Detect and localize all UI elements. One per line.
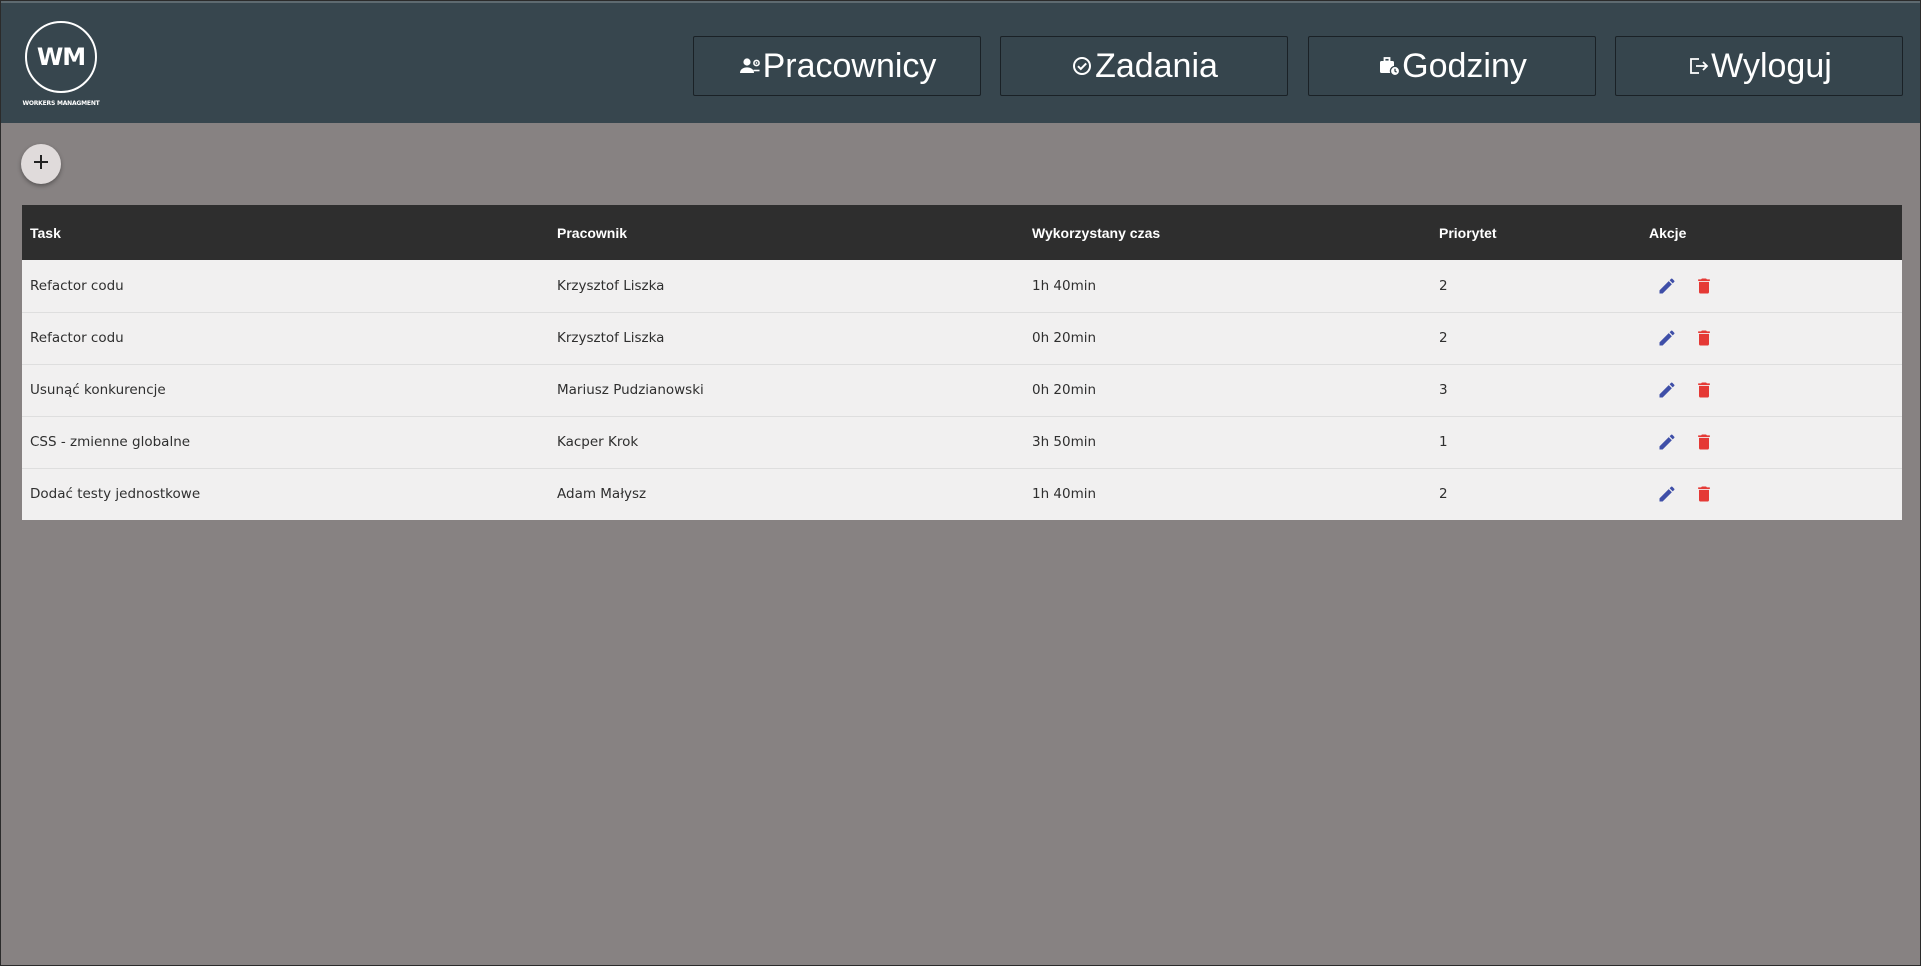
logo-text: WM <box>36 43 86 71</box>
nav-button-godziny[interactable]: Godziny <box>1308 36 1596 96</box>
table-row: Refactor codu Krzysztof Liszka 1h 40min … <box>22 260 1902 312</box>
worker-cell: Mariusz Pudzianowski <box>557 382 704 398</box>
delete-icon[interactable] <box>1694 484 1714 504</box>
delete-icon[interactable] <box>1694 328 1714 348</box>
time-cell: 0h 20min <box>1032 330 1097 346</box>
nav-button-label: Pracownicy <box>762 46 937 85</box>
delete-icon[interactable] <box>1694 432 1714 452</box>
worker-cell: Kacper Krok <box>557 434 639 450</box>
logo-caption: WORKERS MANAGMENT <box>22 100 100 107</box>
edit-icon[interactable] <box>1657 328 1677 348</box>
app-window: WM WORKERS MANAGMENT Pracownicy Zadania … <box>0 0 1921 966</box>
time-cell: 3h 50min <box>1032 434 1097 450</box>
actions-cell <box>1641 260 1902 312</box>
delete-icon[interactable] <box>1694 380 1714 400</box>
time-cell: 0h 20min <box>1032 382 1097 398</box>
actions-cell <box>1641 364 1902 416</box>
priority-cell: 2 <box>1439 277 1448 294</box>
nav-button-pracownicy[interactable]: Pracownicy <box>693 36 981 96</box>
actions-cell <box>1641 312 1902 364</box>
edit-icon[interactable] <box>1657 276 1677 296</box>
top-navbar: WM WORKERS MANAGMENT Pracownicy Zadania … <box>1 1 1920 123</box>
priority-cell: 2 <box>1439 486 1448 503</box>
task-cell: CSS - zmienne globalne <box>30 434 191 450</box>
table-row: Refactor codu Krzysztof Liszka 0h 20min … <box>22 312 1902 364</box>
priority-cell: 1 <box>1439 434 1448 450</box>
actions-cell <box>1641 416 1902 468</box>
nav-button-label: Wyloguj <box>1711 46 1832 85</box>
table-row: CSS - zmienne globalne Kacper Krok 3h 50… <box>22 416 1902 468</box>
worker-cell: Krzysztof Liszka <box>557 277 665 294</box>
nav-button-label: Godziny <box>1402 46 1527 85</box>
add-task-button[interactable] <box>21 144 61 184</box>
time-cell: 1h 40min <box>1032 277 1097 294</box>
task-cell: Refactor codu <box>30 330 124 346</box>
table-row: Dodać testy jednostkowe Adam Małysz 1h 4… <box>22 468 1902 520</box>
task-cell: Dodać testy jednostkowe <box>30 486 201 503</box>
tasks-table: Task Pracownik Wykorzystany czas Prioryt… <box>22 205 1902 520</box>
column-header-time[interactable]: Wykorzystany czas <box>1024 205 1431 260</box>
nav-button-label: Zadania <box>1095 46 1218 85</box>
people-settings-icon <box>738 54 762 78</box>
task-cell: Usunąć konkurencje <box>30 382 166 398</box>
worker-cell: Adam Małysz <box>557 486 647 503</box>
logo[interactable]: WM <box>25 21 97 93</box>
nav-button-wyloguj[interactable]: Wyloguj <box>1615 36 1903 96</box>
nav-button-zadania[interactable]: Zadania <box>1000 36 1288 96</box>
priority-cell: 3 <box>1439 382 1448 398</box>
worker-cell: Krzysztof Liszka <box>557 330 665 346</box>
actions-cell <box>1641 468 1902 520</box>
column-header-priority[interactable]: Priorytet <box>1431 205 1641 260</box>
check-circle-icon <box>1070 54 1094 78</box>
logout-icon <box>1686 54 1710 78</box>
column-header-task[interactable]: Task <box>22 205 549 260</box>
table-row: Usunąć konkurencje Mariusz Pudzianowski … <box>22 364 1902 416</box>
column-header-worker[interactable]: Pracownik <box>549 205 1024 260</box>
priority-cell: 2 <box>1439 330 1448 346</box>
edit-icon[interactable] <box>1657 432 1677 452</box>
table-header-row: Task Pracownik Wykorzystany czas Prioryt… <box>22 205 1902 260</box>
task-cell: Refactor codu <box>30 277 124 294</box>
edit-icon[interactable] <box>1657 380 1677 400</box>
column-header-actions: Akcje <box>1649 224 1687 241</box>
edit-icon[interactable] <box>1657 484 1677 504</box>
briefcase-clock-icon <box>1377 54 1401 78</box>
plus-icon <box>32 153 50 176</box>
delete-icon[interactable] <box>1694 276 1714 296</box>
time-cell: 1h 40min <box>1032 486 1097 503</box>
